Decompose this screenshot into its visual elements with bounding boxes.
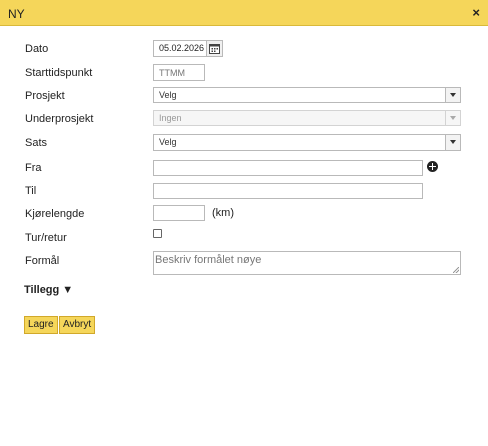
chevron-down-icon [445, 111, 460, 125]
fra-input[interactable] [153, 160, 423, 176]
dialog-title: NY [8, 7, 25, 21]
fra-label: Fra [25, 162, 42, 174]
turretur-checkbox[interactable] [153, 229, 162, 238]
sats-select[interactable]: Velg [153, 134, 461, 151]
prosjekt-label: Prosjekt [25, 90, 65, 102]
underprosjekt-select-value: Ingen [159, 113, 182, 123]
formal-textarea[interactable]: Beskriv formålet nøye [153, 251, 461, 275]
calendar-icon[interactable] [206, 41, 222, 56]
date-value[interactable]: 05.02.2026 [159, 43, 204, 53]
underprosjekt-label: Underprosjekt [25, 113, 94, 125]
plus-circle-icon[interactable] [427, 161, 438, 172]
chevron-down-icon[interactable] [445, 88, 460, 102]
til-label: Til [25, 185, 37, 197]
kjorelengde-label: Kjørelengde [25, 208, 85, 220]
close-icon[interactable]: × [472, 5, 480, 20]
save-button[interactable]: Lagre [24, 316, 58, 334]
formal-placeholder: Beskriv formålet nøye [155, 254, 262, 266]
chevron-down-icon[interactable] [445, 135, 460, 150]
cancel-button[interactable]: Avbryt [59, 316, 96, 334]
underprosjekt-select: Ingen [153, 110, 461, 126]
kjorelengde-input[interactable] [153, 205, 205, 221]
sats-label: Sats [25, 137, 48, 149]
til-input[interactable] [153, 183, 423, 199]
turretur-label: Tur/retur [25, 232, 67, 244]
dialog-header: NY × [0, 0, 488, 26]
formal-label: Formål [25, 255, 60, 267]
dato-label: Dato [25, 43, 49, 55]
km-unit: (km) [212, 207, 234, 219]
sats-select-value: Velg [159, 137, 177, 147]
tillegg-toggle[interactable]: Tillegg ▼ [24, 284, 73, 296]
date-picker[interactable]: 05.02.2026 [153, 40, 223, 57]
prosjekt-select-value: Velg [159, 90, 177, 100]
prosjekt-select[interactable]: Velg [153, 87, 461, 103]
starttidspunkt-label: Starttidspunkt [25, 67, 93, 79]
resize-handle-icon[interactable] [453, 267, 459, 273]
starttidspunkt-input[interactable] [153, 64, 205, 81]
